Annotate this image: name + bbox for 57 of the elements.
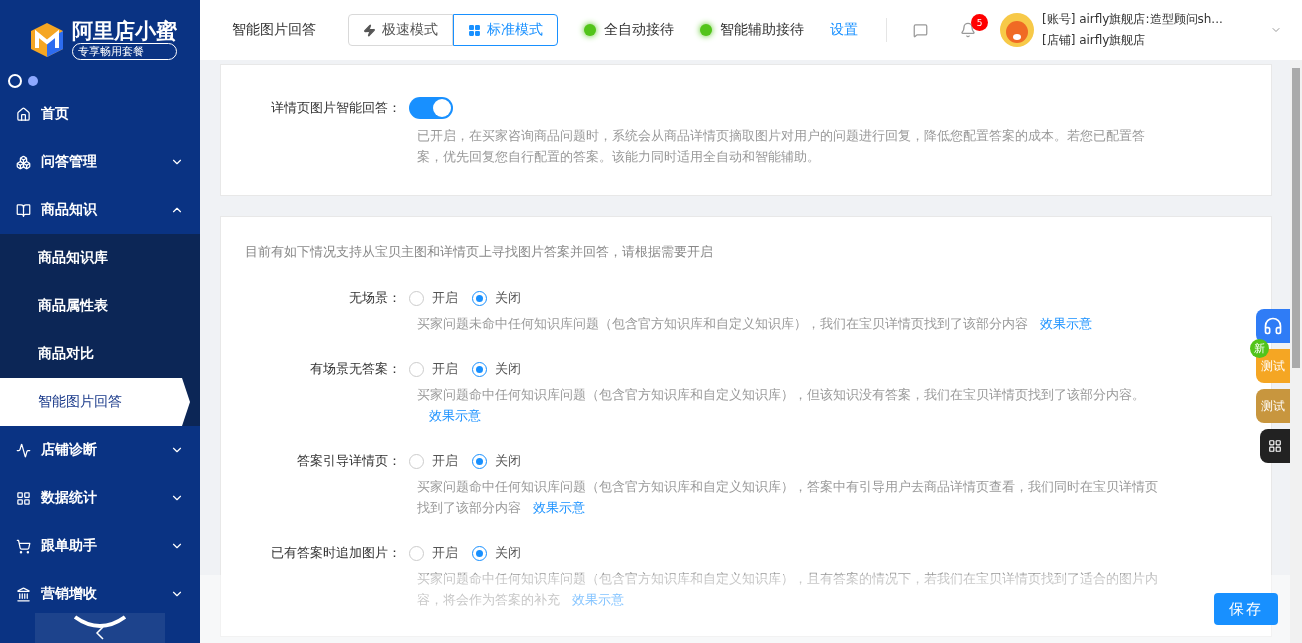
toggle-switch[interactable]	[409, 97, 453, 119]
section-intro: 目前有如下情况支持从宝贝主图和详情页上寻找图片答案并回答，请根据需要开启	[245, 243, 714, 261]
account-name: [账号] airfly旗舰店:造型顾问sh...	[1042, 11, 1223, 28]
status-label: 全自动接待	[604, 21, 674, 39]
mode-tab[interactable]: 极速模式	[348, 14, 453, 46]
option-description: 买家问题命中任何知识库问题（包含官方知识库和自定义知识库），答案中有引导用户去商品详情页查看，我们同时在宝贝详情页找到了该部分内容 效果示意	[417, 478, 1159, 517]
sidebar-item[interactable]: 跟单助手	[0, 522, 200, 570]
setting-label: 无场景：	[348, 289, 402, 307]
sidebar-item[interactable]: 商品知识	[0, 186, 200, 234]
headset-icon	[1263, 316, 1283, 336]
status-label: 智能辅助接待	[720, 21, 804, 39]
logo-icon	[28, 20, 66, 58]
apps-button[interactable]	[1260, 429, 1290, 463]
pulse-icon	[16, 442, 31, 458]
bank-icon	[16, 586, 31, 602]
sidebar-item[interactable]: 营销增收	[0, 570, 200, 618]
setting-label: 有场景无答案：	[309, 360, 402, 378]
radio-option[interactable]: 开启	[409, 360, 458, 378]
radio-option[interactable]: 关闭	[472, 360, 521, 378]
blocks-icon	[16, 154, 31, 170]
scrollbar-thumb[interactable]	[1292, 68, 1300, 368]
lightning-icon	[363, 23, 376, 37]
shop-name: [店铺] airfly旗舰店	[1042, 32, 1147, 49]
setting-label: 已有答案时追加图片：	[270, 544, 402, 562]
submenu-item[interactable]: 商品知识库	[0, 234, 200, 282]
page-dot[interactable]	[8, 74, 22, 88]
submenu-item[interactable]: 智能图片回答	[0, 378, 190, 426]
avatar-icon	[1000, 13, 1034, 47]
notification-bell-icon[interactable]	[960, 22, 976, 38]
radio-option[interactable]: 关闭	[472, 544, 521, 562]
submenu-item[interactable]: 商品对比	[0, 330, 200, 378]
radio-option[interactable]: 开启	[409, 289, 458, 307]
setting-label: 答案引导详情页：	[296, 452, 402, 470]
page-title: 智能图片回答	[232, 21, 316, 39]
grid-icon	[1268, 439, 1282, 453]
radio-option[interactable]: 开启	[409, 452, 458, 470]
option-description: 买家问题命中任何知识库问题（包含官方知识库和自定义知识库），但该知识没有答案，我们在宝贝详情页找到了该部分内容。 效果示意	[417, 386, 1146, 425]
cart-icon	[16, 538, 31, 554]
brand-name: 阿里店小蜜	[72, 18, 177, 43]
submenu-item[interactable]: 商品属性表	[0, 282, 200, 330]
radio-option[interactable]: 关闭	[472, 289, 521, 307]
grid-icon	[468, 23, 481, 37]
sidebar-item[interactable]: 首页	[0, 90, 200, 138]
option-description: 买家问题未命中任何知识库问题（包含官方知识库和自定义知识库），我们在宝贝详情页找到了该部分内容 效果示意	[417, 315, 1093, 333]
sidebar-item[interactable]: 店铺诊断	[0, 426, 200, 474]
support-button[interactable]	[1256, 309, 1290, 343]
radio-option[interactable]: 关闭	[472, 452, 521, 470]
sidebar-item[interactable]: 问答管理	[0, 138, 200, 186]
sidebar-item[interactable]: 数据统计	[0, 474, 200, 522]
feature-description: 已开启，在买家咨询商品问题时，系统会从商品详情页摘取图片对用户的问题进行回复，降低您配置答案的成本。若您已配置答案，优先回复您自行配置的答案。该能力同时适用全自动和智能辅助。	[417, 127, 1146, 166]
setting-label: 详情页图片智能回答：	[270, 99, 402, 117]
radio-option[interactable]: 开启	[409, 544, 458, 562]
page-dot[interactable]	[28, 76, 38, 86]
home-icon	[16, 106, 31, 122]
book-icon	[16, 202, 31, 218]
grid-icon	[16, 490, 31, 506]
notification-badge: 5	[971, 14, 988, 31]
